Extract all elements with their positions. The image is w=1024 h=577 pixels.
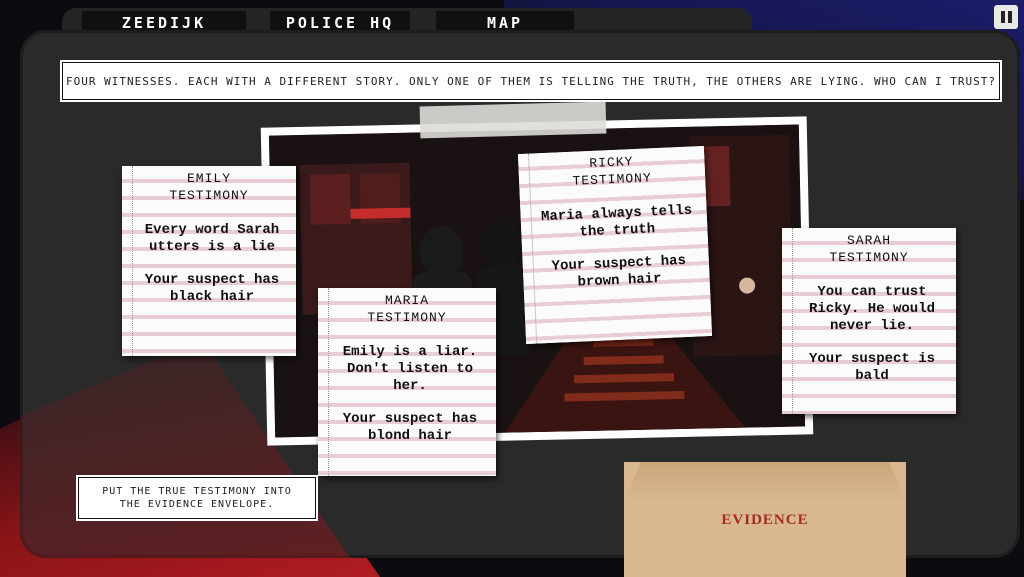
envelope-label: EVIDENCE	[721, 512, 809, 528]
testimony-card-ricky[interactable]: RICKY TESTIMONY Maria always tells the t…	[517, 146, 713, 344]
envelope-flap	[624, 462, 906, 502]
instruction-line-2: THE EVIDENCE ENVELOPE.	[119, 499, 275, 510]
testimony-statement: Emily is a liar. Don't listen to her.	[342, 344, 478, 394]
testimony-statement: Every word Sarah utters is a lie	[144, 222, 280, 255]
instruction-box: PUT THE TRUE TESTIMONY INTO THE EVIDENCE…	[78, 477, 316, 519]
testimony-name: SARAH	[846, 233, 891, 248]
testimony-card-sarah[interactable]: SARAH TESTIMONY You can trust Ricky. He …	[782, 228, 956, 414]
testimony-card-emily[interactable]: EMILY TESTIMONY Every word Sarah utters …	[122, 166, 296, 356]
photo-tape	[419, 101, 607, 139]
evidence-envelope[interactable]: EVIDENCE	[624, 462, 906, 577]
pause-button[interactable]	[994, 5, 1018, 29]
testimony-statement: Maria always tells the truth	[540, 202, 693, 241]
testimony-clue: Your suspect has brown hair	[551, 252, 687, 291]
instruction-line-1: PUT THE TRUE TESTIMONY INTO	[102, 486, 292, 497]
pause-icon	[1007, 11, 1012, 23]
testimony-heading: TESTIMONY	[169, 188, 249, 203]
pause-icon	[1000, 11, 1005, 23]
testimony-card-maria[interactable]: MARIA TESTIMONY Emily is a liar. Don't l…	[318, 288, 496, 476]
testimony-heading: TESTIMONY	[367, 310, 447, 325]
testimony-name: MARIA	[384, 293, 429, 308]
narration-banner: FOUR WITNESSES. EACH WITH A DIFFERENT ST…	[62, 62, 1000, 100]
testimony-name: EMILY	[186, 171, 231, 186]
testimony-heading: TESTIMONY	[829, 250, 909, 265]
testimony-statement: You can trust Ricky. He would never lie.	[808, 284, 936, 334]
testimony-clue: Your suspect has blond hair	[342, 411, 478, 444]
testimony-clue: Your suspect is bald	[808, 351, 936, 384]
testimony-clue: Your suspect has black hair	[144, 272, 280, 305]
